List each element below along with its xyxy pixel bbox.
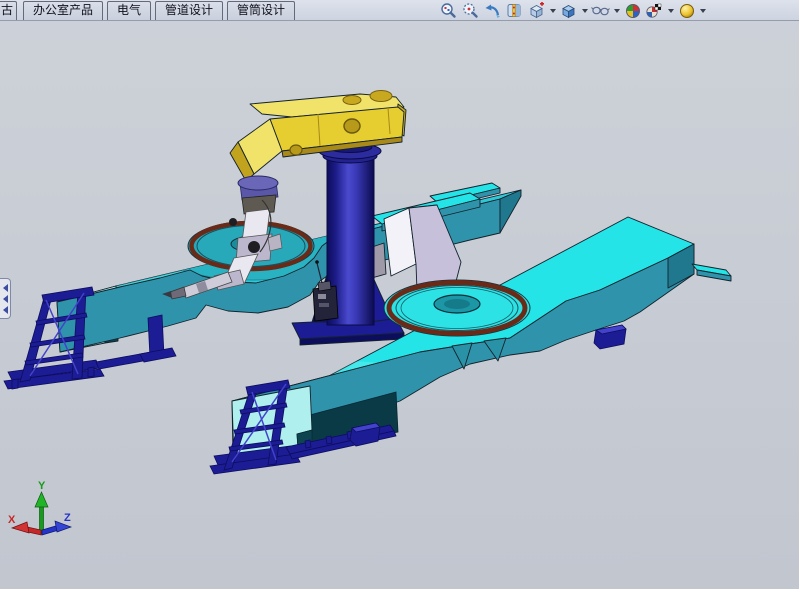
triad-x-label: X xyxy=(8,514,16,526)
collapse-arrow-icon xyxy=(3,295,8,303)
previous-view-icon[interactable] xyxy=(482,1,503,20)
collapse-arrow-icon xyxy=(3,306,8,314)
view-orientation-icon[interactable] xyxy=(526,1,547,20)
tab-piping-design[interactable]: 管道设计 xyxy=(155,1,223,20)
hide-show-items-icon[interactable] xyxy=(590,1,611,20)
apply-scene-icon[interactable] xyxy=(644,1,665,20)
tab-office-products[interactable]: 办公室产品 xyxy=(23,1,103,20)
zoom-to-fit-icon[interactable] xyxy=(438,1,459,20)
edit-appearance-icon[interactable] xyxy=(622,1,643,20)
view-orientation-dropdown[interactable] xyxy=(548,1,557,20)
model-scene: Y X Z xyxy=(0,0,799,589)
display-style-dropdown[interactable] xyxy=(580,1,589,20)
command-tabs: 古 办公室产品 电气 管道设计 管筒设计 xyxy=(0,0,299,20)
view-settings-icon[interactable] xyxy=(676,1,697,20)
tab-tubing-design[interactable]: 管筒设计 xyxy=(227,1,295,20)
apply-scene-dropdown[interactable] xyxy=(666,1,675,20)
zoom-to-area-icon[interactable] xyxy=(460,1,481,20)
command-manager-toolbar: 古 办公室产品 电气 管道设计 管筒设计 xyxy=(0,0,799,21)
heads-up-view-toolbar xyxy=(438,1,707,20)
graphics-viewport[interactable]: Y X Z xyxy=(0,0,799,589)
panel-expander-button[interactable] xyxy=(0,278,11,319)
collapse-arrow-icon xyxy=(3,284,8,292)
right-ring-seat[interactable] xyxy=(384,280,530,336)
triad-z-label: Z xyxy=(64,512,71,524)
section-view-icon[interactable] xyxy=(504,1,525,20)
tab-electrical[interactable]: 电气 xyxy=(107,1,151,20)
display-style-icon[interactable] xyxy=(558,1,579,20)
triad-y-label: Y xyxy=(38,480,46,492)
tab-partial[interactable]: 古 xyxy=(0,1,17,20)
view-settings-dropdown[interactable] xyxy=(698,1,707,20)
hide-show-items-dropdown[interactable] xyxy=(612,1,621,20)
cad-window: Y X Z 古 办公室产品 电气 管道设计 管筒设计 xyxy=(0,0,799,589)
